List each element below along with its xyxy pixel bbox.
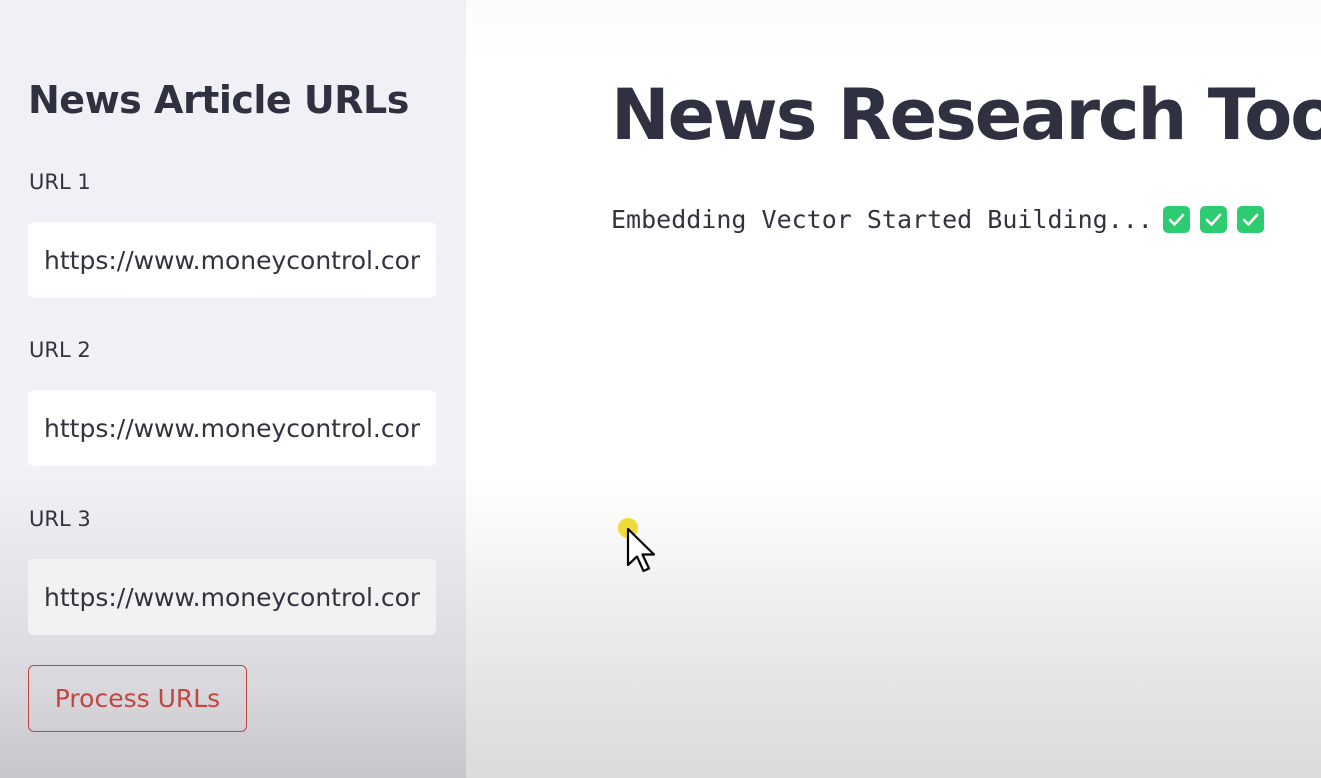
process-urls-button[interactable]: Process URLs xyxy=(28,665,247,732)
sidebar-title: News Article URLs xyxy=(28,78,409,122)
main-content: News Research Tool Embedding Vector Star… xyxy=(466,0,1321,778)
sidebar: News Article URLs URL 1 URL 2 URL 3 Proc… xyxy=(0,0,466,778)
url-3-input[interactable] xyxy=(28,559,436,635)
check-mark-button-icon xyxy=(1199,206,1227,233)
url-3-label: URL 3 xyxy=(29,507,91,531)
url-2-input[interactable] xyxy=(28,390,436,466)
status-line: Embedding Vector Started Building... xyxy=(611,205,1264,234)
url-1-label: URL 1 xyxy=(29,170,91,194)
url-2-label: URL 2 xyxy=(29,338,91,362)
app-window: News Article URLs URL 1 URL 2 URL 3 Proc… xyxy=(0,0,1321,778)
status-text: Embedding Vector Started Building... xyxy=(611,205,1153,234)
check-mark-button-icon xyxy=(1236,206,1264,233)
mouse-pointer-icon xyxy=(626,527,656,573)
page-title: News Research Tool xyxy=(611,74,1321,156)
url-1-input[interactable] xyxy=(28,222,436,298)
check-mark-button-icon xyxy=(1162,206,1190,233)
